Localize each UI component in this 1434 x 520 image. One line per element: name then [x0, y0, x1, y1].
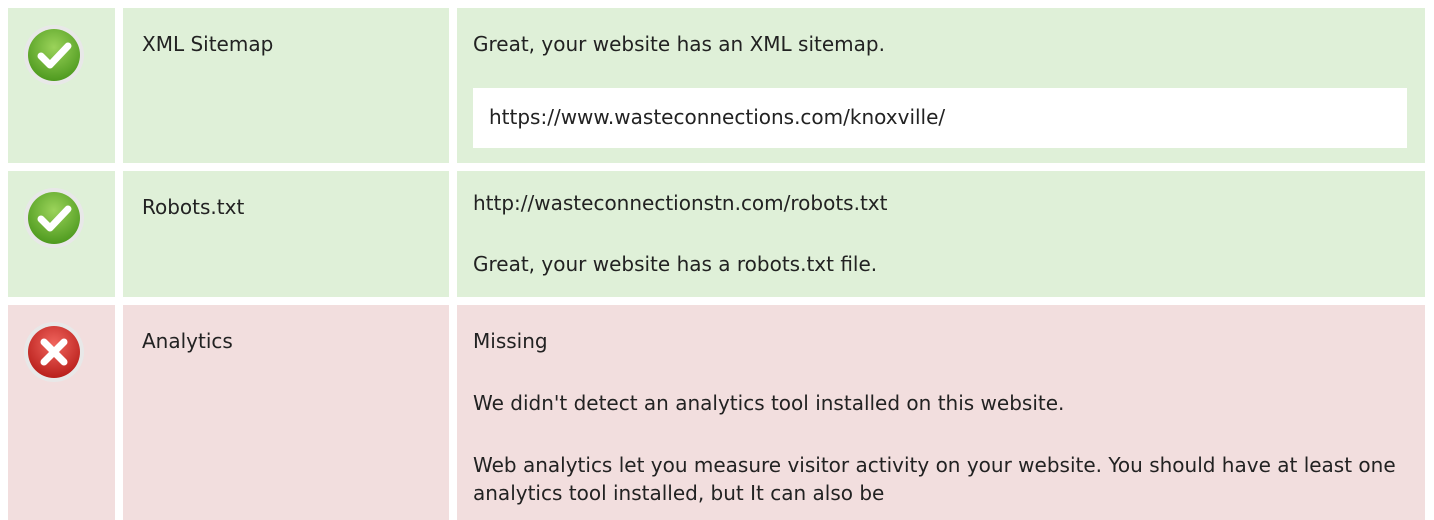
status-cell: [8, 305, 115, 520]
table-row-robots: Robots.txt http://wasteconnectionstn.com…: [8, 171, 1425, 297]
table-row-xml-sitemap: XML Sitemap Great, your website has an X…: [8, 8, 1425, 163]
result-description: Web analytics let you measure visitor ac…: [473, 453, 1396, 505]
result-message: Great, your website has a robots.txt fil…: [473, 252, 878, 276]
check-label-cell: XML Sitemap: [123, 8, 449, 163]
sitemap-url: https://www.wasteconnections.com/knoxvil…: [489, 105, 946, 129]
result-cell: Missing We didn't detect an analytics to…: [457, 305, 1425, 520]
result-cell: http://wasteconnectionstn.com/robots.txt…: [457, 171, 1425, 297]
result-cell: Great, your website has an XML sitemap. …: [457, 8, 1425, 163]
check-label: Robots.txt: [142, 195, 245, 219]
seo-results-table: XML Sitemap Great, your website has an X…: [0, 0, 1434, 520]
robots-url: http://wasteconnectionstn.com/robots.txt: [473, 191, 888, 215]
check-label: Analytics: [142, 329, 233, 353]
check-icon: [24, 25, 84, 85]
cross-icon: [24, 322, 84, 382]
table-row-analytics: Analytics Missing We didn't detect an an…: [8, 305, 1425, 520]
sitemap-url-box: https://www.wasteconnections.com/knoxvil…: [473, 88, 1407, 148]
status-cell: [8, 171, 115, 297]
check-label: XML Sitemap: [142, 32, 274, 56]
status-cell: [8, 8, 115, 163]
result-message: Great, your website has an XML sitemap.: [473, 32, 885, 56]
check-label-cell: Analytics: [123, 305, 449, 520]
result-message: We didn't detect an analytics tool insta…: [473, 391, 1065, 415]
check-icon: [24, 188, 84, 248]
status-text: Missing: [473, 329, 548, 353]
check-label-cell: Robots.txt: [123, 171, 449, 297]
